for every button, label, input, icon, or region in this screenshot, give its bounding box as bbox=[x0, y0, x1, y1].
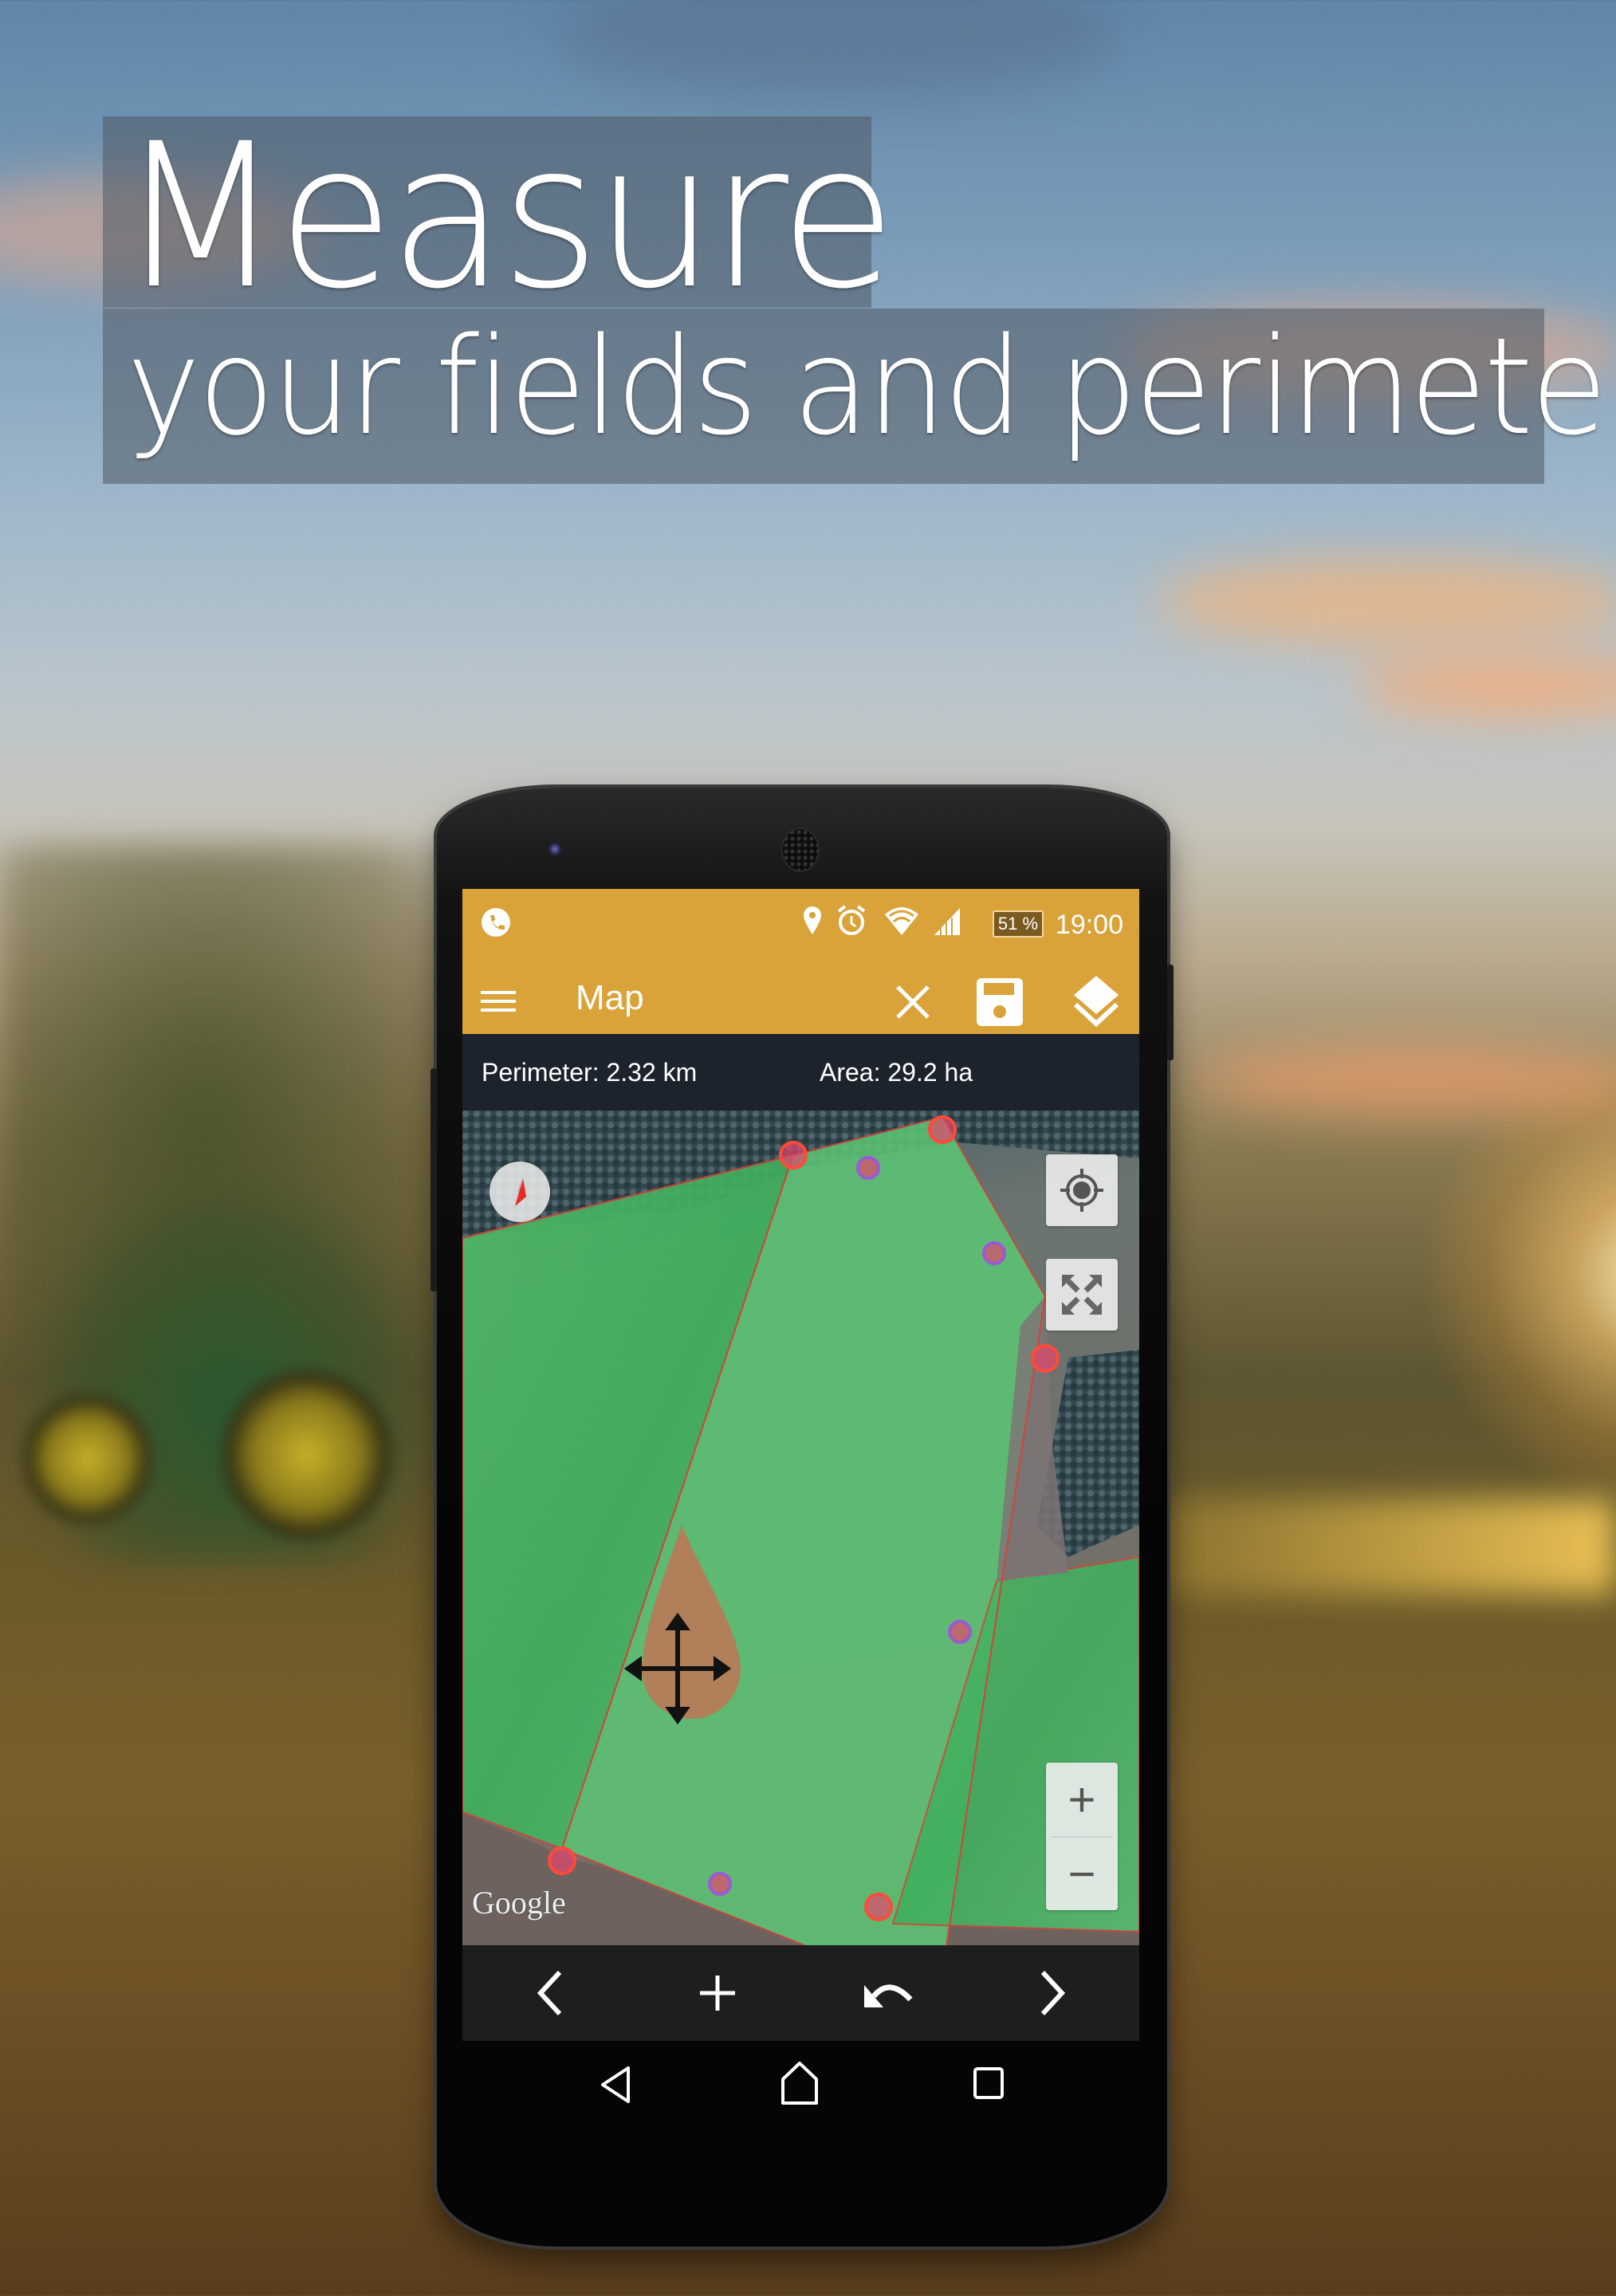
app-bar: Map bbox=[462, 969, 1139, 1034]
map-canvas bbox=[462, 1111, 1139, 1945]
phone-screen: 51 % 19:00 Map Perimeter: 2.32 km Area: … bbox=[462, 889, 1139, 2041]
midpoint[interactable] bbox=[856, 1156, 880, 1180]
signal-icon bbox=[933, 906, 961, 941]
alarm-icon bbox=[836, 903, 867, 941]
vertex-point[interactable] bbox=[928, 1115, 957, 1144]
headline-box-2: your fields and perimeter bbox=[103, 309, 1616, 484]
vertex-point[interactable] bbox=[1031, 1344, 1060, 1373]
wifi-icon bbox=[883, 905, 920, 941]
zoom-out-button[interactable]: − bbox=[1046, 1838, 1118, 1910]
google-attribution: Google bbox=[472, 1885, 566, 1921]
location-pin-icon bbox=[802, 905, 823, 941]
save-icon[interactable] bbox=[974, 977, 1025, 1028]
front-camera bbox=[548, 842, 562, 856]
volume-button bbox=[431, 1068, 437, 1292]
plus-icon[interactable] bbox=[694, 1969, 741, 2017]
status-bar: 51 % 19:00 bbox=[462, 889, 1139, 969]
measurement-bar: Perimeter: 2.32 km Area: 29.2 ha bbox=[462, 1034, 1139, 1111]
clock: 19:00 bbox=[1055, 910, 1123, 940]
bottom-toolbar bbox=[462, 1945, 1139, 2041]
chevron-left-icon[interactable] bbox=[526, 1969, 574, 2017]
vertex-point[interactable] bbox=[779, 1141, 808, 1170]
my-location-icon bbox=[1060, 1169, 1103, 1212]
earpiece-speaker bbox=[783, 829, 818, 871]
vertex-point[interactable] bbox=[864, 1893, 893, 1921]
recents-icon[interactable] bbox=[973, 2066, 1005, 2104]
battery-indicator: 51 % bbox=[993, 910, 1044, 938]
perimeter-readout: Perimeter: 2.32 km bbox=[482, 1058, 698, 1087]
hamburger-menu-icon[interactable] bbox=[478, 981, 518, 1021]
back-icon[interactable] bbox=[598, 2065, 633, 2109]
power-button bbox=[1167, 965, 1174, 1060]
midpoint[interactable] bbox=[708, 1872, 732, 1896]
midpoint[interactable] bbox=[982, 1241, 1006, 1265]
midpoint[interactable] bbox=[948, 1620, 972, 1644]
zoom-control: + − bbox=[1046, 1763, 1118, 1910]
my-location-button[interactable] bbox=[1046, 1154, 1118, 1226]
phone-icon bbox=[480, 906, 512, 942]
chevron-right-icon[interactable] bbox=[1028, 1969, 1076, 2017]
headline-box-1: Measure bbox=[103, 100, 896, 332]
system-navigation-bar bbox=[462, 2041, 1139, 2137]
compass-icon[interactable] bbox=[490, 1162, 550, 1222]
fullscreen-button[interactable] bbox=[1046, 1259, 1118, 1331]
app-title: Map bbox=[576, 978, 644, 1017]
home-icon[interactable] bbox=[780, 2062, 820, 2109]
headline-title: Measure bbox=[119, 100, 896, 332]
zoom-in-button[interactable]: + bbox=[1046, 1763, 1118, 1836]
undo-icon[interactable] bbox=[857, 1969, 921, 2017]
vertex-point[interactable] bbox=[548, 1846, 576, 1875]
close-icon[interactable] bbox=[889, 978, 937, 1026]
layers-icon[interactable] bbox=[1070, 973, 1123, 1029]
headline-subtitle: your fields and perimeter bbox=[127, 309, 1616, 465]
map-view[interactable]: + − Google bbox=[462, 1111, 1139, 1945]
area-readout: Area: 29.2 ha bbox=[820, 1058, 973, 1087]
fullscreen-icon bbox=[1062, 1275, 1102, 1315]
